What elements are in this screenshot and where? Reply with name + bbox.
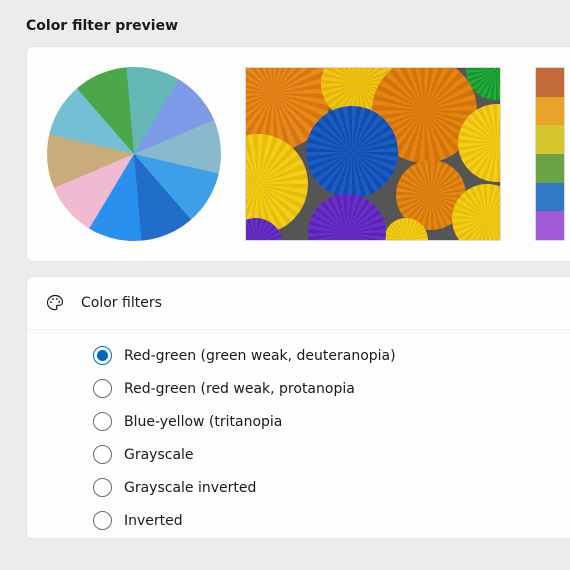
strip-swatch [536,183,564,212]
radio-icon [93,511,112,530]
filter-option[interactable]: Grayscale inverted [93,478,570,497]
palette-icon [45,293,65,313]
filter-option[interactable]: Grayscale [93,445,570,464]
filter-label: Grayscale inverted [124,480,256,496]
panel-header[interactable]: Color filters [27,277,570,330]
filter-label: Grayscale [124,447,194,463]
filter-label: Red-green (green weak, deuteranopia) [124,348,396,364]
filter-option[interactable]: Inverted [93,511,570,530]
strip-swatch [536,211,564,240]
panel-title: Color filters [81,295,162,311]
pie-chart-preview [47,67,221,241]
strip-swatch [536,68,564,97]
strip-swatch [536,97,564,126]
filter-label: Inverted [124,513,183,529]
sample-image-preview [245,67,501,241]
radio-icon [93,445,112,464]
filter-option[interactable]: Blue-yellow (tritanopia [93,412,570,431]
strip-swatch [536,125,564,154]
preview-title: Color filter preview [26,18,570,34]
color-filters-panel: Color filters Red-green (green weak, deu… [26,276,570,539]
radio-icon [93,412,112,431]
radio-icon [93,346,112,365]
color-strip-preview [535,67,565,241]
strip-swatch [536,154,564,183]
filter-option[interactable]: Red-green (green weak, deuteranopia) [93,346,570,365]
radio-icon [93,478,112,497]
filter-options: Red-green (green weak, deuteranopia) Red-… [27,330,570,538]
filter-label: Red-green (red weak, protanopia [124,381,355,397]
radio-icon [93,379,112,398]
preview-card [26,46,570,262]
filter-option[interactable]: Red-green (red weak, protanopia [93,379,570,398]
filter-label: Blue-yellow (tritanopia [124,414,282,430]
